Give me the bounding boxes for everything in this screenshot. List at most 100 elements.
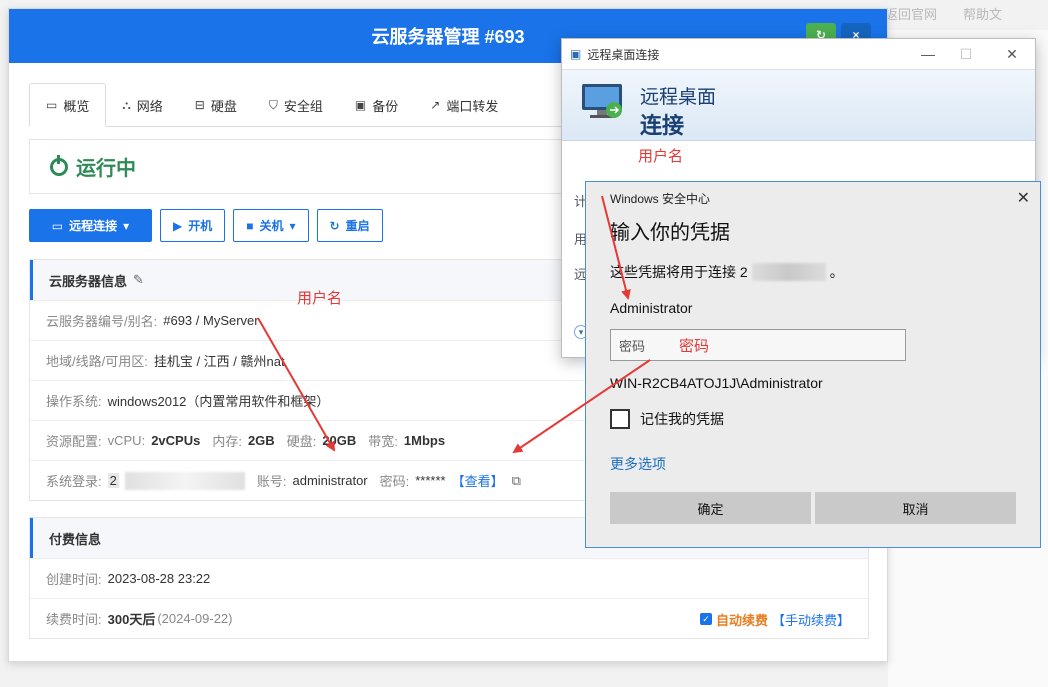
status-text: 运行中 [76,158,136,180]
renew-date: (2024-09-22) [157,611,233,626]
password-value: ****** [415,473,446,488]
action-bar: ▭ 远程连接 ▾ ▶ 开机 ■ 关机 ▾ ↻ 重启 [29,209,383,242]
start-button[interactable]: ▶ 开机 [160,209,226,242]
row-value: windows2012（内置常用软件和框架） [107,394,330,409]
dialog-heading: 输入你的凭据 [610,222,730,244]
row-label: 系统登录: [46,474,102,489]
panel-title: 云服务器管理 #693 [371,27,525,47]
row-label: 续费时间: [46,612,102,627]
annotation-username-rdp: 用户名 [638,148,684,165]
remote-connect-button[interactable]: ▭ 远程连接 ▾ [29,209,152,242]
tab-security-group[interactable]: ⛉ 安全组 [253,83,339,127]
dialog-titlebar: Windows 安全中心 ✕ [586,182,1040,214]
vcpu-value: 2vCPUs [151,433,201,448]
refresh-icon: ↻ [329,218,340,233]
banner-title: 远程桌面 [640,87,717,108]
caret-down-icon: ▾ [289,218,296,233]
ok-button[interactable]: 确定 [610,492,811,524]
help-doc-link[interactable]: 帮助文 [963,4,1002,26]
account-label: 账号: [256,474,287,489]
disk-label: 硬盘: [286,434,317,449]
row-label: 云服务器编号/别名: [46,314,158,329]
tab-label: 备份 [372,98,399,114]
auto-renew-label[interactable]: 自动续费 [716,610,768,629]
tab-overview[interactable]: ▭ 概览 [29,83,107,127]
description-suffix: 。 [829,264,844,280]
tab-label: 端口转发 [446,98,499,114]
restart-button[interactable]: ↻ 重启 [316,209,383,242]
tab-label: 概览 [63,98,90,114]
network-icon: ⛬ [122,97,131,112]
maximize-icon: ☐ [959,45,973,62]
row-label: 操作系统: [46,394,102,409]
row-label: 资源配置: [46,434,102,449]
shutdown-label: 关机 [259,219,284,233]
renew-days: 300天后 [107,612,156,627]
remember-credentials[interactable]: 记住我的凭据 [610,409,724,429]
manual-renew-link[interactable]: 【手动续费】 [772,610,850,629]
mem-value: 2GB [247,433,275,448]
row-label: 地域/线路/可用区: [46,354,148,369]
tab-disk[interactable]: ⊟ 硬盘 [179,83,253,127]
redacted-ip [124,471,245,490]
section-title: 付费信息 [49,531,102,547]
password-field[interactable]: 密码 密码 [610,329,906,361]
window-titlebar: ▣ 远程桌面连接 — ☐ ✕ [562,39,1035,69]
shield-icon: ⛉ [268,97,278,112]
monitor-icon: ▭ [46,98,58,112]
vcpu-label: vCPU: [107,433,146,448]
dialog-description: 这些凭据将用于连接 2 。 [610,262,844,282]
password-placeholder: 密码 [619,338,646,354]
login-ip: 2 [107,473,119,488]
mem-label: 内存: [212,434,242,449]
password-label: 密码: [379,474,410,489]
tab-network[interactable]: ⛬ 网络 [106,83,178,127]
credential-dialog: Windows 安全中心 ✕ 输入你的凭据 这些凭据将用于连接 2 。 Admi… [585,181,1041,548]
external-link-icon: ↗ [430,98,441,112]
remember-label: 记住我的凭据 [640,411,724,427]
bandwidth-label: 带宽: [368,434,398,449]
disk-value: 20GB [322,433,357,448]
row-value: 2023-08-28 23:22 [107,571,211,586]
tab-port-forward[interactable]: ↗ 端口转发 [414,83,514,127]
stop-icon: ■ [246,218,254,233]
domain-user: WIN-R2CB4ATOJ1J\Administrator [610,375,823,391]
cancel-button[interactable]: 取消 [815,492,1016,524]
rdp-banner: 远程桌面 连接 [562,69,1035,141]
more-options-link[interactable]: 更多选项 [610,454,666,474]
description-text: 这些凭据将用于连接 2 [610,264,748,280]
background-top-links: 返回官网 帮助文 [885,4,1048,26]
view-password-link[interactable]: 【查看】 [452,471,504,490]
disk-icon: ⊟ [194,98,205,112]
save-icon: ▣ [354,98,367,112]
minimize-icon[interactable]: — [910,39,946,69]
copy-icon[interactable]: ⧉ [512,473,521,489]
row-label: 创建时间: [46,572,102,587]
row-value: 挂机宝 / 江西 / 赣州nat [153,354,285,369]
edit-icon[interactable]: ✎ [133,272,144,288]
username-display[interactable]: Administrator [610,300,692,316]
monitor-icon: ▭ [51,218,64,233]
redacted-address [751,263,826,281]
billing-row-renew: 续费时间: 300天后 (2024-09-22) ✓ 自动续费 【手动续费】 [30,598,868,638]
remember-checkbox[interactable] [610,409,630,429]
close-icon[interactable]: ✕ [1017,188,1030,208]
restart-label: 重启 [345,219,370,233]
close-icon[interactable]: ✕ [994,39,1030,69]
account-value: administrator [292,473,368,488]
remote-connect-label: 远程连接 [69,219,118,233]
remote-desktop-icon [582,84,622,118]
rdp-app-icon: ▣ [570,47,582,61]
start-label: 开机 [188,219,213,233]
section-title: 云服务器信息 [49,273,128,289]
tab-backup[interactable]: ▣ 备份 [339,83,414,127]
auto-renew-checkbox[interactable]: ✓ [699,613,712,625]
tab-label: 网络 [136,98,163,114]
window-title: 远程桌面连接 [587,47,660,62]
shutdown-button[interactable]: ■ 关机 ▾ [233,209,309,242]
tab-label: 硬盘 [210,98,237,114]
row-value: #693 / MyServer [163,313,259,328]
dialog-title: Windows 安全中心 [610,191,711,206]
billing-row-created: 创建时间: 2023-08-28 23:22 [30,558,868,598]
back-to-site-link[interactable]: 返回官网 [885,4,937,26]
